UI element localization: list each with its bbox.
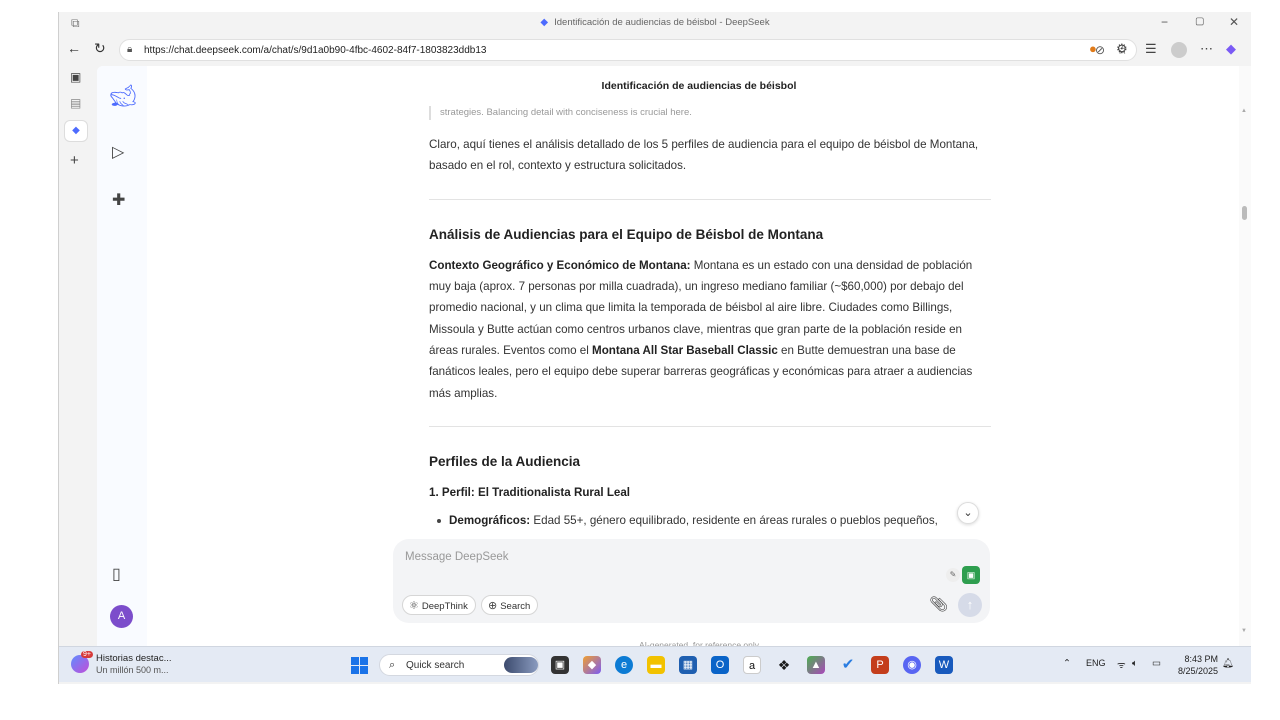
wifi-icon[interactable]: ᯤ [1117, 658, 1126, 671]
news-title[interactable]: Historias destac... [96, 653, 172, 664]
intro-paragraph: Claro, aquí tienes el análisis detallado… [429, 138, 979, 173]
edge-icon[interactable]: e [615, 656, 633, 674]
search-button[interactable]: ⊕ Search [481, 595, 539, 615]
browser-sidebar: ▣ ▤ ◆ + [59, 66, 95, 658]
section-heading: Perfiles de la Audiencia [429, 453, 581, 469]
maximize-button[interactable]: ▢ [1195, 16, 1204, 27]
scroll-down-icon[interactable]: ▼ [1241, 628, 1247, 634]
date-text: 8/25/2025 [1178, 666, 1219, 676]
powerpoint-icon[interactable]: P [871, 656, 889, 674]
bullet-label: Demográficos: [449, 513, 531, 527]
profile-icon[interactable] [1171, 42, 1187, 58]
word-icon[interactable]: W [935, 656, 953, 674]
window-title-text: Identificación de audiencias de béisbol … [554, 17, 770, 28]
scroll-to-bottom-button[interactable]: ⌄ [957, 502, 979, 524]
copilot-app-icon[interactable]: ◆ [583, 656, 601, 674]
search-icon: ⌕ [389, 659, 396, 671]
edit-extension-icon[interactable]: ✎ [946, 568, 960, 582]
deepthink-button[interactable]: ⚛ DeepThink [402, 595, 476, 615]
address-bar-row: ← ↻ 🔒︎ https://chat.deepseek.com/a/chat/… [59, 36, 1251, 64]
show-hidden-icons-icon[interactable]: ⌃ [1063, 658, 1071, 669]
copilot-icon[interactable]: ◆ [1226, 41, 1236, 57]
mobile-app-icon[interactable]: ▯ [112, 564, 121, 584]
context-label: Contexto Geográfico y Económico de Monta… [429, 258, 691, 272]
browser-window: ⧉ ◆ Identificación de audiencias de béisb… [58, 12, 1251, 684]
sidebar-toggle-icon[interactable]: ▣ [70, 70, 81, 84]
divider [429, 425, 991, 427]
store-icon[interactable]: ▦ [679, 656, 697, 674]
tab-icon[interactable]: ▤ [70, 96, 81, 110]
chat-title: Identificación de audiencias de béisbol [601, 80, 797, 92]
profile-list: Demográficos: Edad 55+, género equilibra… [429, 510, 991, 531]
url-field[interactable]: 🔒︎ https://chat.deepseek.com/a/chat/s/9d… [119, 39, 1137, 61]
notifications-icon[interactable]: 🔔︎ [1222, 658, 1234, 669]
start-button[interactable] [351, 657, 368, 674]
clock[interactable]: 8:43 PM 8/25/2025 [1178, 653, 1218, 677]
context-paragraph: Contexto Geográfico y Económico de Monta… [429, 255, 991, 404]
new-chat-icon[interactable]: ✚ [112, 190, 125, 210]
avatar[interactable]: A [110, 605, 133, 628]
news-subtitle[interactable]: Un millón 500 m... [96, 665, 169, 675]
taskbar-search[interactable]: ⌕ Quick search [379, 654, 539, 676]
message-input[interactable]: Message DeepSeek [405, 551, 509, 563]
send-button[interactable]: ↑ [958, 593, 982, 617]
news-badge: 9+ [81, 651, 93, 658]
new-tab-icon[interactable]: + [70, 152, 79, 169]
open-sidebar-icon[interactable]: ▷ [112, 142, 124, 162]
dropbox-icon[interactable]: ❖ [775, 656, 793, 674]
globe-icon: ⊕ [488, 600, 498, 612]
deepseek-favicon-icon: ◆ [540, 17, 549, 28]
section-heading: Análisis de Audiencias para el Equipo de… [429, 226, 824, 242]
extension-icon[interactable]: ● [1089, 41, 1097, 56]
divider [429, 198, 991, 200]
close-button[interactable]: ✕ [1229, 15, 1239, 29]
extensions-icon[interactable]: ⚙ [1116, 41, 1128, 57]
site-info-icon[interactable]: 🔒︎ [127, 44, 132, 55]
url-text[interactable]: https://chat.deepseek.com/a/chat/s/9d1a0… [144, 45, 486, 56]
outlook-icon[interactable]: O [711, 656, 729, 674]
chevron-down-icon: ⌄ [963, 507, 973, 519]
scroll-up-icon[interactable]: ▲ [1241, 108, 1247, 114]
search-highlight-image [504, 657, 538, 673]
discord-icon[interactable]: ◉ [903, 656, 921, 674]
deepthink-label: DeepThink [421, 601, 468, 612]
refresh-icon[interactable]: ↻ [94, 40, 106, 57]
battery-icon[interactable]: ▭ [1152, 658, 1161, 669]
file-explorer-icon[interactable]: ▬ [647, 656, 665, 674]
chat-message: strategies. Balancing detail with concis… [429, 106, 991, 531]
back-icon[interactable]: ← [67, 40, 81, 56]
thinking-text: strategies. Balancing detail with concis… [429, 106, 991, 120]
photos-icon[interactable]: ▲ [807, 656, 825, 674]
scrollbar-thumb[interactable] [1242, 206, 1247, 220]
taskbar-search-placeholder[interactable]: Quick search [406, 660, 464, 671]
window-title: ◆ Identificación de audiencias de béisbol… [59, 17, 1251, 28]
deepseek-logo-icon[interactable]: 🐋︎ [109, 83, 137, 109]
time-text: 8:43 PM [1184, 654, 1219, 664]
taskbar: 9+ Historias destac... Un millón 500 m..… [59, 646, 1251, 682]
page-scrollbar[interactable]: ▲ ▼ [1239, 66, 1251, 658]
message-composer[interactable]: Message DeepSeek ✎ ▣ ⚛ DeepThink ⊕ Search … [393, 539, 990, 623]
todo-icon[interactable]: ✔ [839, 656, 857, 674]
minimize-button[interactable]: − [1161, 15, 1168, 29]
deepseek-app: 🐋︎ ▷ ✚ ▯ A Identificación de audiencias … [97, 66, 1251, 658]
list-item: Demográficos: Edad 55+, género equilibra… [437, 510, 991, 531]
favorites-icon[interactable]: ☰ [1145, 41, 1157, 57]
event-name: Montana All Star Baseball Classic [592, 344, 778, 358]
profile-heading: 1. Perfil: El Traditionalista Rural Leal [429, 486, 631, 500]
assistant-extension-icon[interactable]: ▣ [962, 566, 980, 584]
deepseek-rail: 🐋︎ ▷ ✚ ▯ A [97, 66, 147, 658]
search-label: Search [500, 601, 531, 612]
language-indicator[interactable]: ENG [1086, 658, 1106, 668]
more-options-icon[interactable]: ⋯ [1200, 41, 1213, 57]
title-bar: ⧉ ◆ Identificación de audiencias de béisb… [59, 12, 1251, 34]
context-text-1: Montana es un estado con una densidad de… [429, 258, 973, 358]
attach-file-icon[interactable]: 📎︎ [929, 595, 948, 613]
amazon-icon[interactable]: a [743, 656, 761, 674]
deepseek-tab-icon[interactable]: ◆ [64, 120, 88, 142]
task-view-icon[interactable]: ▣ [551, 656, 569, 674]
volume-icon[interactable]: 🔈︎ [1132, 658, 1138, 669]
atom-icon: ⚛ [409, 600, 419, 612]
bullet-text: Edad 55+, género equilibrado, residente … [530, 513, 938, 527]
